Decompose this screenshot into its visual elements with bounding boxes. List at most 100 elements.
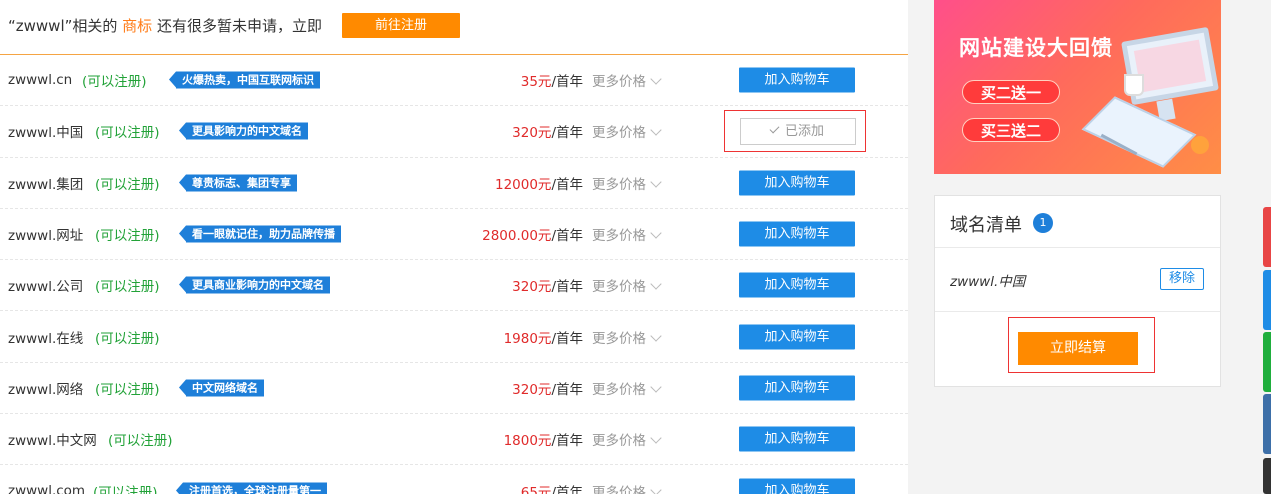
domain-name: zwwwl.中文网: [8, 433, 97, 450]
domain-list: zwwwl.cn (可以注册) 火爆热卖，中国互联网标识 35元/首年 更多价格 加入购物…: [0, 55, 908, 494]
more-prices-label: 更多价格: [592, 433, 646, 450]
banner-tag-buy2: 买二送一: [962, 80, 1060, 104]
more-prices-label: 更多价格: [592, 228, 646, 245]
add-to-cart-button[interactable]: 加入购物车: [739, 67, 855, 93]
cart-count-badge: 1: [1033, 213, 1053, 233]
domain-results-panel: “zwwwl”相关的 商标 还有很多暂未申请，立即 前往注册 zwwwl.cn (…: [0, 0, 908, 494]
domain-status: (可以注册): [95, 279, 160, 296]
banner-title: 网站建设大回馈: [959, 36, 1113, 60]
chevron-down-icon: [650, 227, 662, 239]
notice-text-after: 还有很多暂未申请，立即: [156, 17, 322, 35]
domain-tag-badge: 火爆热卖，中国互联网标识: [169, 71, 320, 89]
price-amount: 2800.00元: [482, 228, 552, 245]
price-unit: /首年: [551, 125, 583, 142]
add-to-cart-button[interactable]: 加入购物车: [739, 375, 855, 401]
cup-illustration: [1124, 74, 1144, 96]
side-toolbar-tab[interactable]: [1263, 270, 1271, 330]
add-to-cart-button[interactable]: 加入购物车: [739, 478, 855, 494]
domain-status: (可以注册): [95, 330, 160, 347]
added-button[interactable]: 已添加: [740, 118, 856, 146]
add-to-cart-button[interactable]: 加入购物车: [739, 170, 855, 196]
more-prices-label: 更多价格: [592, 484, 646, 494]
chevron-down-icon: [650, 73, 662, 85]
domain-tag-badge: 中文网络域名: [179, 379, 264, 397]
domain-status: (可以注册): [95, 125, 160, 142]
checkout-button[interactable]: 立即结算: [1018, 332, 1138, 365]
trademark-notice: “zwwwl”相关的 商标 还有很多暂未申请，立即 前往注册: [0, 0, 908, 55]
chevron-down-icon: [650, 124, 662, 137]
domain-price: 320元/首年: [512, 378, 583, 398]
domain-price: 320元/首年: [512, 275, 583, 295]
add-to-cart-button[interactable]: 加入购物车: [739, 221, 855, 247]
domain-row: zwwwl.网址 (可以注册) 看一眼就记住，助力品牌传播 2800.00元/首年 更多…: [0, 209, 908, 261]
notice-text-before: “zwwwl”相关的: [8, 17, 118, 35]
domain-status: (可以注册): [82, 74, 147, 91]
price-unit: /首年: [551, 381, 583, 398]
domain-row: zwwwl.com (可以注册) 注册首选，全球注册量第一 65元/首年 更多价格 加入购…: [0, 465, 908, 494]
remove-button[interactable]: 移除: [1160, 268, 1204, 290]
domain-price: 2800.00元/首年: [482, 224, 583, 244]
domain-row: zwwwl.网络 (可以注册) 中文网络域名 320元/首年 更多价格 加入购物车: [0, 363, 908, 415]
domain-tag-badge: 注册首选，全球注册量第一: [176, 482, 327, 494]
price-amount: 35元: [520, 74, 552, 91]
domain-row: zwwwl.在线 (可以注册) 1980元/首年 更多价格 加入购物车: [0, 311, 908, 363]
more-prices-link[interactable]: 更多价格: [592, 70, 662, 90]
side-toolbar-tab[interactable]: [1263, 207, 1271, 267]
add-to-cart-button[interactable]: 加入购物车: [739, 324, 855, 350]
domain-status: (可以注册): [95, 176, 160, 193]
more-prices-link[interactable]: 更多价格: [592, 173, 662, 193]
more-prices-link[interactable]: 更多价格: [592, 275, 662, 295]
go-register-button[interactable]: 前往注册: [342, 13, 460, 38]
domain-price: 35元/首年: [521, 70, 583, 90]
domain-row: zwwwl.集团 (可以注册) 尊贵标志、集团专享 12000元/首年 更多价格 加入购物…: [0, 158, 908, 209]
price-unit: /首年: [551, 74, 583, 91]
chevron-down-icon: [650, 278, 662, 290]
domain-row: zwwwl.公司 (可以注册) 更具商业影响力的中文域名 320元/首年 更多价格 加入购…: [0, 260, 908, 312]
cart-item-domain: zwwwl.中国: [950, 274, 1026, 290]
more-prices-link[interactable]: 更多价格: [592, 121, 662, 141]
promo-banner[interactable]: 网站建设大回馈 买二送一 买三送二: [934, 0, 1221, 174]
domain-name: zwwwl.com: [8, 482, 86, 494]
domain-status: (可以注册): [108, 433, 173, 450]
domain-price: 65元/首年: [521, 481, 583, 494]
side-toolbar-tab[interactable]: [1263, 394, 1271, 454]
chevron-down-icon: [650, 381, 662, 393]
side-toolbar-tab[interactable]: [1263, 332, 1271, 392]
price-amount: 12000元: [494, 176, 552, 193]
more-prices-label: 更多价格: [592, 381, 646, 398]
checkout-highlight: 立即结算: [1008, 317, 1155, 373]
more-prices-label: 更多价格: [592, 176, 646, 193]
add-to-cart-button[interactable]: 加入购物车: [739, 426, 855, 452]
price-amount: 320元: [512, 125, 552, 142]
chevron-down-icon: [650, 329, 662, 342]
domain-status: (可以注册): [95, 381, 160, 398]
price-amount: 65元: [520, 484, 552, 494]
chevron-down-icon: [650, 483, 662, 494]
more-prices-link[interactable]: 更多价格: [592, 429, 662, 450]
cart-title: 域名清单: [950, 215, 1022, 236]
more-prices-link[interactable]: 更多价格: [592, 378, 662, 398]
tablet-illustration: [1081, 96, 1197, 168]
side-toolbar-tab[interactable]: [1263, 458, 1271, 494]
domain-tag-badge: 更具商业影响力的中文域名: [179, 276, 330, 294]
more-prices-link[interactable]: 更多价格: [592, 224, 662, 245]
domain-price: 1980元/首年: [504, 327, 583, 347]
domain-cart: 域名清单 1 zwwwl.中国 移除 立即结算: [934, 195, 1221, 387]
notice-highlight: 商标: [122, 17, 153, 35]
domain-row: zwwwl.cn (可以注册) 火爆热卖，中国互联网标识 35元/首年 更多价格 加入购物…: [0, 55, 908, 107]
domain-name: zwwwl.集团: [8, 176, 84, 193]
domain-name: zwwwl.中国: [8, 125, 84, 142]
domain-tag-badge: 更具影响力的中文域名: [179, 122, 308, 140]
check-icon: [769, 123, 780, 134]
domain-tag-badge: 尊贵标志、集团专享: [179, 174, 297, 192]
price-unit: /首年: [551, 433, 583, 450]
domain-name: zwwwl.cn: [8, 72, 73, 89]
add-to-cart-button[interactable]: 加入购物车: [739, 272, 855, 298]
price-amount: 1980元: [503, 330, 552, 347]
more-prices-link[interactable]: 更多价格: [592, 481, 662, 494]
more-prices-link[interactable]: 更多价格: [592, 327, 662, 347]
cart-item: zwwwl.中国 移除: [935, 248, 1220, 312]
domain-status: (可以注册): [95, 228, 160, 245]
more-prices-label: 更多价格: [592, 330, 646, 347]
chevron-down-icon: [650, 176, 662, 188]
